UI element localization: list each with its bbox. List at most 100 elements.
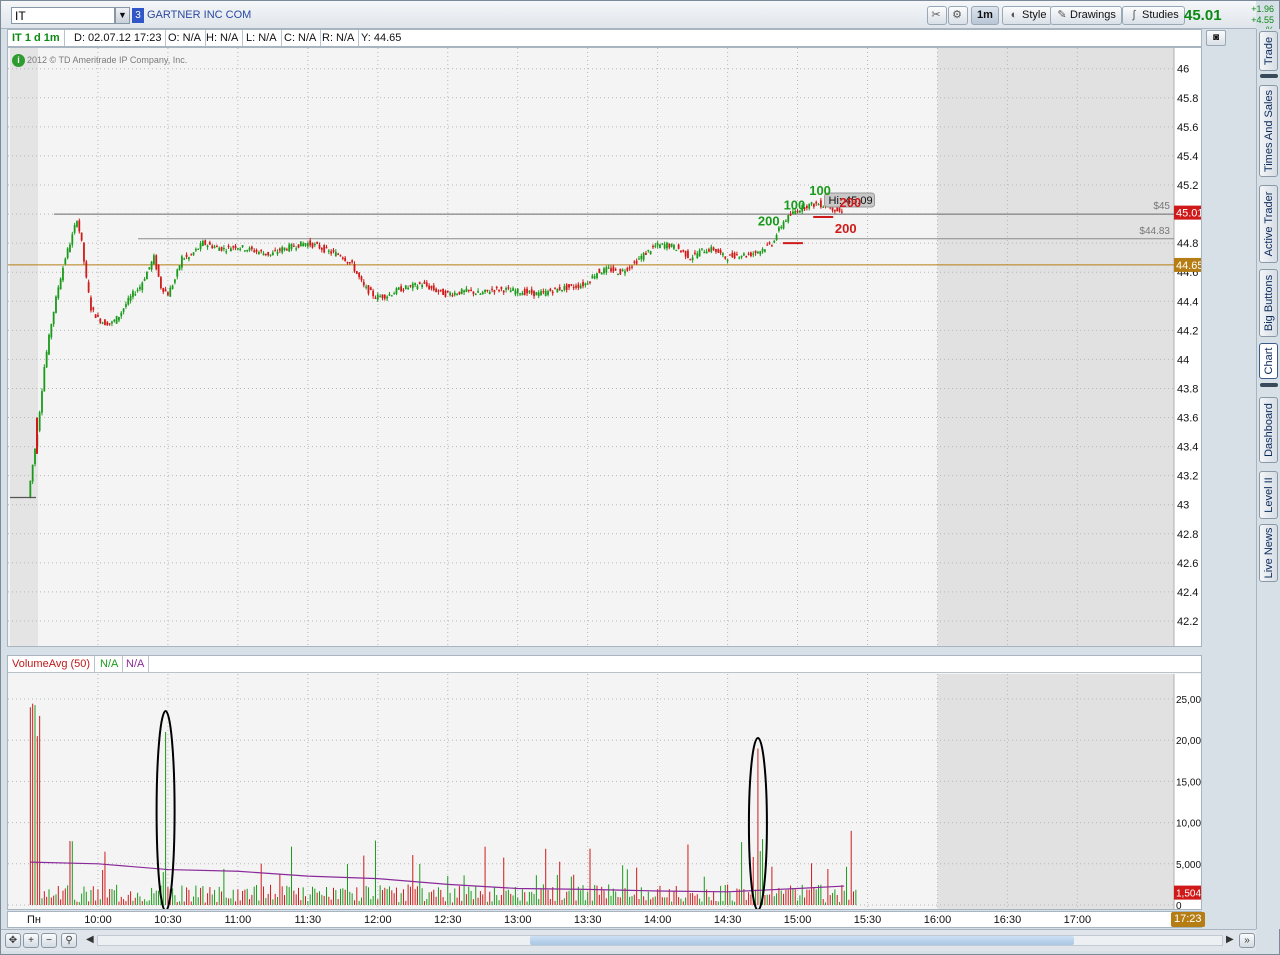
info-icon[interactable]: i	[12, 54, 25, 67]
price-candle	[227, 245, 230, 248]
price-candle	[593, 276, 596, 279]
price-candle	[155, 255, 158, 270]
volume-tick-label: 15,000	[1176, 777, 1201, 788]
price-candle	[290, 244, 293, 250]
price-candle	[785, 220, 787, 222]
pan-button[interactable]: ✥	[5, 933, 21, 948]
price-candle	[153, 255, 155, 264]
price-candle	[257, 251, 260, 255]
price-candle	[101, 322, 104, 324]
drawing-tool-button[interactable]: ⚲	[61, 933, 77, 948]
price-candle	[339, 255, 342, 257]
tab-times-and-sales[interactable]: Times And Sales	[1259, 85, 1278, 177]
pin-button[interactable]: ✂	[927, 6, 947, 25]
time-axis-label: 14:00	[643, 914, 672, 926]
price-candle	[598, 268, 601, 273]
tab-trade[interactable]: Trade	[1259, 31, 1278, 71]
price-candle	[484, 289, 486, 293]
drawings-button[interactable]: ✎ Drawings	[1050, 6, 1122, 25]
price-candle	[645, 252, 647, 255]
price-candle	[726, 259, 729, 262]
scroll-right-arrow[interactable]: ▶	[1226, 934, 1234, 945]
price-candle	[71, 234, 74, 245]
volume-chart-panel[interactable]: 25,000 20,000 15,000 10,000 5,000 01,504 Volu…	[7, 655, 1202, 910]
symbol-dropdown-button[interactable]: ▼	[115, 7, 130, 24]
price-candle	[348, 262, 351, 264]
price-candle	[530, 289, 533, 294]
tab-chart[interactable]: Chart	[1259, 343, 1278, 379]
price-candle	[78, 220, 81, 232]
symbol-input[interactable]	[11, 7, 115, 24]
tab-live-news[interactable]: Live News	[1259, 524, 1278, 582]
price-tick-label: 43.8	[1177, 383, 1198, 395]
price-tick-label: 45.4	[1177, 151, 1198, 163]
tab-level-ii[interactable]: Level II	[1259, 471, 1278, 519]
price-candle	[619, 268, 622, 275]
price-marker-label: 44.65	[1176, 260, 1201, 272]
price-candle	[208, 242, 211, 245]
tab-active-trader[interactable]: Active Trader	[1259, 185, 1278, 263]
price-candle	[696, 253, 699, 259]
info-range: R: N/A	[318, 30, 360, 46]
time-axis-label: 12:00	[364, 914, 392, 926]
price-candle	[404, 285, 407, 289]
price-candle	[633, 261, 636, 263]
studies-button[interactable]: ∫ Studies	[1122, 6, 1185, 25]
double-chevron-icon: »	[1244, 935, 1250, 946]
expand-button[interactable]: »	[1239, 933, 1255, 948]
settings-button[interactable]: ⚙	[948, 6, 968, 25]
zoom-in-button[interactable]: +	[23, 933, 39, 948]
price-candle	[325, 247, 328, 249]
move-icon: ✥	[8, 935, 18, 946]
tab-separator	[1260, 74, 1278, 78]
tab-big-buttons[interactable]: Big Buttons	[1259, 269, 1278, 337]
price-candle	[157, 264, 160, 277]
price-candle	[118, 316, 120, 321]
price-candle	[509, 290, 512, 293]
price-candle	[512, 288, 514, 291]
price-candle	[453, 292, 456, 296]
price-candle	[276, 251, 279, 254]
price-candle	[255, 249, 258, 252]
price-chart-panel[interactable]: 4645.845.645.445.24544.844.644.444.24443…	[7, 47, 1204, 647]
price-candle	[747, 253, 750, 255]
price-marker-label: 45.01	[1176, 208, 1201, 220]
price-candle	[610, 268, 612, 272]
trade-marker-label: 200	[835, 221, 857, 236]
price-candle	[561, 289, 563, 292]
scroll-left-arrow[interactable]: ◀	[86, 934, 94, 945]
price-candle	[94, 314, 97, 319]
price-candle	[236, 248, 239, 250]
price-candle	[761, 248, 764, 252]
price-candle	[85, 261, 88, 278]
price-candle	[43, 366, 46, 392]
price-candle	[64, 258, 67, 265]
link-group-badge[interactable]: 3	[132, 8, 144, 23]
scrollbar-thumb[interactable]	[530, 936, 1074, 945]
price-candle	[694, 252, 696, 254]
bottom-toolbar: ✥ + − ⚲ ◀ ▶ »	[1, 929, 1256, 951]
price-candle	[202, 241, 204, 246]
interval-button[interactable]: 1m	[971, 6, 999, 25]
zoom-out-button[interactable]: −	[41, 933, 57, 948]
price-candle	[652, 246, 654, 248]
price-candle	[684, 250, 687, 257]
price-tick-label: 43.2	[1177, 471, 1198, 483]
volume-study-label[interactable]: VolumeAvg (50)	[8, 656, 96, 672]
tool-icon: ⚲	[65, 935, 73, 946]
price-tick-label: 44	[1177, 354, 1189, 366]
price-candle	[472, 291, 475, 294]
price-candle	[150, 261, 153, 270]
price-candle	[129, 296, 132, 301]
snapshot-button[interactable]: ◙	[1206, 30, 1226, 46]
tab-dashboard[interactable]: Dashboard	[1259, 397, 1278, 463]
price-candle	[113, 319, 116, 322]
price-chart[interactable]: 4645.845.645.445.24544.844.644.444.24443…	[8, 48, 1204, 646]
price-tick-label: 42.6	[1177, 558, 1198, 570]
horizontal-scrollbar[interactable]	[97, 935, 1223, 946]
price-candle	[740, 256, 743, 258]
style-button[interactable]: ◐ Style	[1002, 6, 1053, 25]
volume-chart[interactable]: 25,000 20,000 15,000 10,000 5,000 01,504	[8, 656, 1201, 909]
price-candle	[635, 260, 638, 264]
price-candle	[477, 291, 479, 293]
